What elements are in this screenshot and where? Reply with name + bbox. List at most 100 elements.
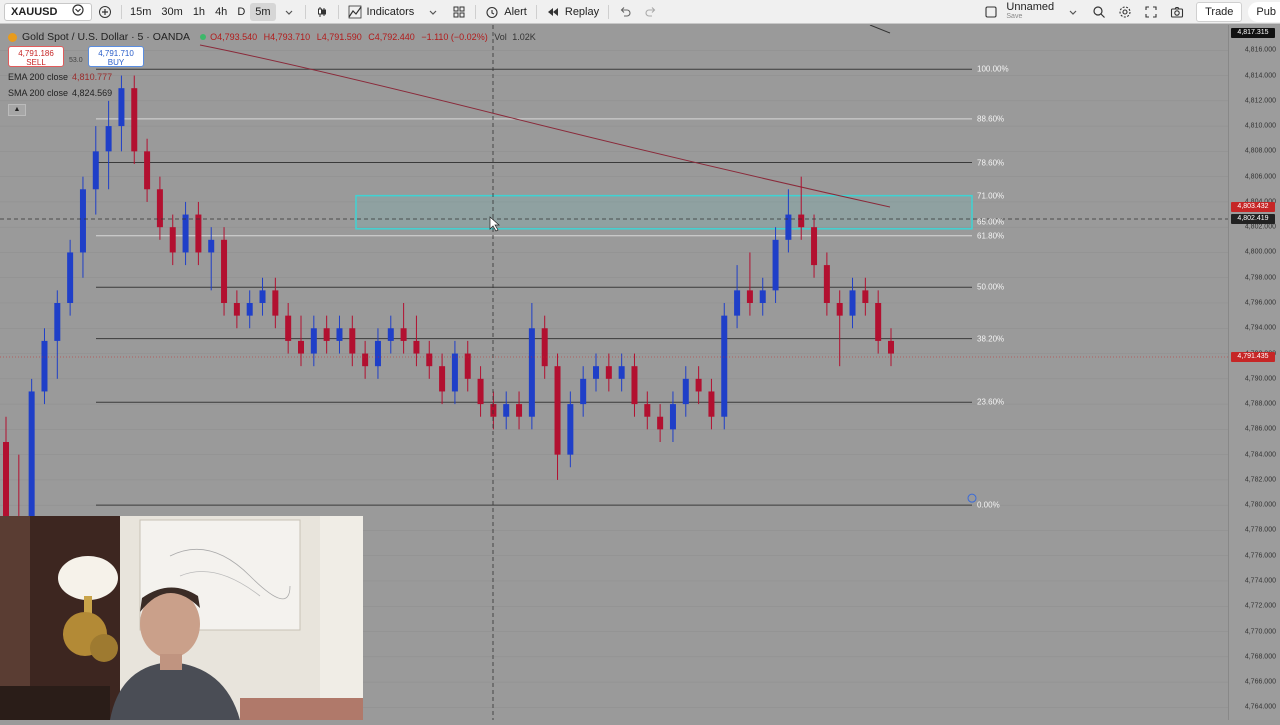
price-tick: 4,796.000: [1244, 299, 1276, 307]
indicators-label: Indicators: [366, 5, 415, 18]
fib-level-label: 100.00%: [977, 64, 1009, 74]
layout-grid-icon[interactable]: [446, 0, 472, 24]
settings-gear-icon[interactable]: [1112, 0, 1138, 24]
fib-drag-handle[interactable]: [967, 493, 977, 503]
trade-button[interactable]: Trade: [1196, 1, 1243, 22]
chart-legend: Gold Spot / U.S. Dollar · 5 · OANDA O4,7…: [8, 30, 536, 116]
alert-button[interactable]: Alert: [479, 0, 533, 24]
candle-body: [541, 328, 548, 367]
candle-body: [464, 353, 471, 379]
snapshot-camera-icon[interactable]: [1164, 0, 1190, 24]
undo-icon[interactable]: [612, 0, 638, 24]
price-tick: 4,784.000: [1244, 451, 1276, 459]
divider: [475, 4, 477, 19]
candle-body: [669, 404, 676, 430]
divider: [608, 4, 610, 19]
ohlc-open: O4,793.540: [210, 32, 258, 42]
spread-value: 53.0: [69, 57, 83, 64]
ohlc-low: L4,791.590: [316, 32, 362, 42]
replay-button[interactable]: Replay: [540, 0, 605, 24]
fib-level-label: 0.00%: [977, 500, 1000, 510]
candle-body: [888, 340, 894, 354]
sell-label: SELL: [26, 57, 46, 67]
ohlc-values: O4,793.540 H4,793.710 L4,791.590 C4,792.…: [210, 32, 536, 42]
candle-body: [426, 353, 433, 367]
layout-button[interactable]: Unnamed Save: [978, 0, 1060, 24]
candle-body: [875, 303, 882, 341]
add-symbol-icon[interactable]: [92, 0, 118, 24]
price-tick: 4,802.000: [1244, 223, 1276, 231]
ema-value: 4,810.777: [72, 72, 113, 82]
candle-body: [567, 404, 574, 455]
symbol-title[interactable]: Gold Spot / U.S. Dollar · 5 · OANDA: [22, 31, 190, 43]
price-tick: 4,770.000: [1244, 628, 1276, 636]
fullscreen-icon[interactable]: [1138, 0, 1164, 24]
price-tick: 4,816.000: [1244, 46, 1276, 54]
ohlc-high: H4,793.710: [263, 32, 311, 42]
collapse-legend-button[interactable]: ▲: [8, 104, 26, 116]
fibonacci-retracement[interactable]: [96, 68, 977, 506]
candle-body: [169, 227, 176, 253]
indicators-button[interactable]: Indicators: [342, 0, 421, 24]
price-tick: 4,786.000: [1244, 425, 1276, 433]
price-tick: 4,772.000: [1244, 602, 1276, 610]
price-badge-cursor: 4,802.419: [1231, 214, 1275, 224]
candle-body: [657, 416, 664, 430]
candle-body: [631, 366, 638, 405]
price-tick: 4,812.000: [1244, 97, 1276, 105]
ema-legend[interactable]: EMA 200 close 4,810.777: [8, 70, 536, 84]
price-scale[interactable]: 4,816.000 4,814.000 4,812.000 4,810.000 4,80…: [1228, 25, 1280, 720]
candle-body: [823, 265, 830, 303]
symbol-label: XAUUSD: [11, 5, 58, 18]
candle-body: [605, 366, 612, 379]
candle-body: [221, 239, 228, 303]
timeframe-5m[interactable]: 5m: [250, 2, 276, 21]
publish-button[interactable]: Pub: [1248, 1, 1280, 22]
ohlc-close: C4,792.440: [368, 32, 415, 42]
candle-body: [516, 404, 523, 417]
indicators-icon: [348, 5, 362, 18]
layout-save-status: Save: [1006, 12, 1023, 20]
price-tick: 4,782.000: [1244, 476, 1276, 484]
symbol-search[interactable]: XAUUSD: [4, 2, 92, 21]
candle-body: [708, 391, 715, 417]
timeframe-30m[interactable]: 30m: [156, 0, 187, 24]
market-status-icon: [200, 34, 207, 40]
price-tick: 4,790.000: [1244, 375, 1276, 383]
sma-legend[interactable]: SMA 200 close 4,824.569: [8, 86, 536, 100]
candle-body: [580, 378, 587, 405]
candle-body: [451, 353, 458, 392]
quick-search-icon[interactable]: [1086, 0, 1112, 24]
timeframe-15m[interactable]: 15m: [125, 0, 156, 24]
fib-level-label: 88.60%: [977, 114, 1005, 124]
candle-body: [849, 290, 856, 316]
timeframe-dropdown-icon[interactable]: [276, 0, 302, 24]
candle-body: [233, 303, 240, 316]
candle-body: [503, 404, 510, 417]
candle-body: [41, 340, 48, 392]
candle-body: [156, 189, 163, 228]
price-tick: 4,794.000: [1244, 324, 1276, 332]
indicator-templates-icon[interactable]: [420, 0, 446, 24]
top-toolbar: XAUUSD 15m 30m 1h 4h D 5m Indicators Ale…: [0, 0, 1280, 24]
timeframe-4h[interactable]: 4h: [210, 0, 232, 24]
fib-level-label: 38.20%: [977, 334, 1005, 344]
timeframe-1h[interactable]: 1h: [188, 0, 210, 24]
fib-level-label: 50.00%: [977, 282, 1005, 292]
buy-button[interactable]: 4,791.710 BUY: [88, 45, 144, 67]
redo-icon[interactable]: [638, 0, 664, 24]
sell-button[interactable]: 4,791.186 SELL: [8, 45, 64, 67]
divider: [121, 4, 122, 19]
candle-body: [336, 328, 343, 341]
timeframe-d[interactable]: D: [232, 0, 250, 24]
layout-dropdown-icon[interactable]: [1060, 0, 1086, 24]
candle-body: [195, 214, 202, 253]
divider: [337, 4, 339, 19]
ema-label: EMA 200 close: [8, 72, 69, 82]
price-badge-high: 4,803.432: [1231, 202, 1275, 212]
symbol-compare-icon[interactable]: [71, 3, 85, 20]
price-badge-top: 4,817.315: [1231, 28, 1275, 38]
supply-zone-rectangle[interactable]: [355, 194, 973, 230]
symbol-logo-icon: [8, 32, 17, 42]
candle-style-icon[interactable]: [309, 0, 335, 24]
